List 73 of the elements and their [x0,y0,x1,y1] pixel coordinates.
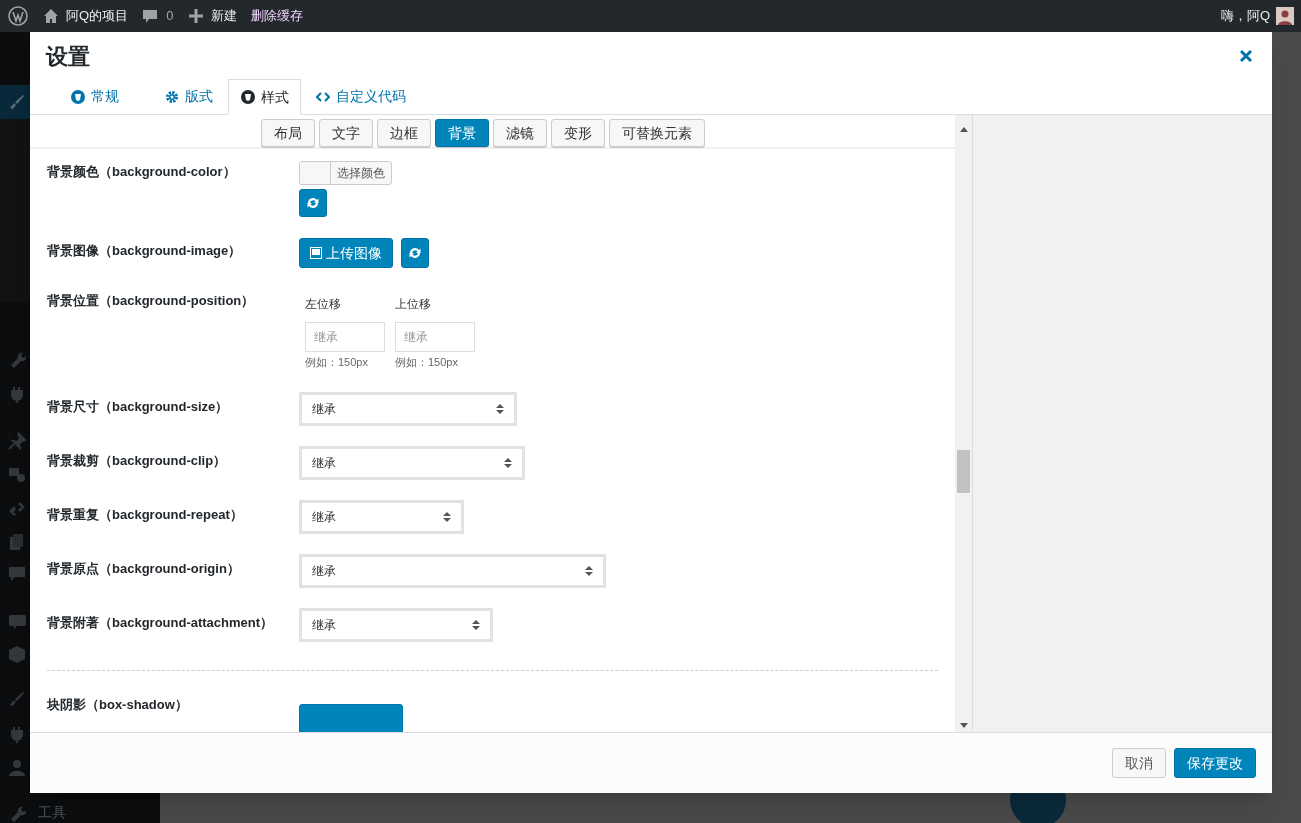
tab[interactable]: 常规 [40,79,150,114]
input-field[interactable]: 继承 [395,322,475,352]
brush-icon[interactable] [8,690,26,708]
select-field[interactable]: 继承 [299,608,493,642]
field-label: 块阴影（box-shadow） [47,696,189,714]
select-field[interactable]: 继承 [299,446,525,480]
tab[interactable]: 版式 [150,79,228,114]
plus-icon[interactable] [189,9,204,23]
select-field[interactable]: 继承 [299,500,464,534]
sort-arrows-icon [585,566,593,576]
site-name-link[interactable]: 阿Q的项目 [66,6,129,26]
field-label: 背景尺寸（background-size） [47,398,230,416]
plug-icon[interactable] [8,385,26,403]
refresh-button[interactable] [401,238,429,268]
media-icon[interactable] [8,465,26,483]
subtab[interactable]: 变形 [550,119,605,147]
pin-icon[interactable] [8,432,26,450]
input-label: 上位移 [395,296,432,313]
subtab[interactable]: 背景 [434,119,489,147]
sort-arrows-icon [496,404,504,414]
avatar-icon[interactable] [1276,7,1294,25]
upload-image-button[interactable]: 上传图像 [299,238,393,268]
field-label: 背景原点（background-origin） [47,560,241,578]
subtab[interactable]: 滤镜 [492,119,547,147]
plug-icon[interactable] [8,725,26,743]
add-shadow-button[interactable] [299,704,403,732]
badge-icon [71,89,85,104]
field-label: 背景位置（background-position） [47,292,256,310]
tab[interactable]: 自定义代码 [301,79,421,114]
brush-icon[interactable] [8,92,26,111]
wordpress-logo-icon[interactable] [8,6,28,26]
input-hint: 例如：150px [305,355,369,370]
image-icon [310,247,322,259]
select-field[interactable]: 继承 [299,392,517,426]
purge-cache-link[interactable]: 删除缓存 [251,6,304,26]
pages-icon[interactable] [8,533,26,551]
new-link[interactable]: 新建 [211,6,238,26]
sort-arrows-icon [443,512,451,522]
cancel-button[interactable]: 取消 [1112,748,1166,778]
tab[interactable]: 样式 [228,79,301,115]
sort-arrows-icon [472,620,480,630]
greeting-link[interactable]: 嗨，阿Q [1220,6,1270,26]
input-field[interactable]: 继承 [305,322,385,352]
home-icon[interactable] [43,8,59,24]
speech-bubble-icon[interactable] [8,612,26,630]
comment-count[interactable]: 0 [166,6,174,26]
select-field[interactable]: 继承 [299,554,606,588]
refresh-button[interactable] [299,189,327,217]
subtab[interactable]: 文字 [318,119,373,147]
close-icon[interactable] [1239,49,1253,63]
field-label: 背景重复（background-repeat） [47,506,244,524]
cube-icon[interactable] [8,645,26,663]
code-icon [316,89,330,104]
badge-icon [240,90,255,104]
comment-icon[interactable] [142,8,159,24]
input-label: 左位移 [305,296,342,313]
field-label: 背景颜色（background-color） [47,163,237,181]
sort-arrows-icon [504,458,512,468]
scroll-down-icon[interactable] [959,723,968,728]
save-button[interactable]: 保存更改 [1174,748,1256,778]
color-picker-button[interactable]: 选择颜色 [299,161,392,185]
scroll-up-icon[interactable] [959,127,968,132]
input-hint: 例如：150px [395,355,459,370]
subtab[interactable]: 边框 [376,119,431,147]
field-label: 背景图像（background-image） [47,242,243,260]
user-icon[interactable] [8,758,26,776]
field-label: 背景附著（background-attachment） [47,614,275,632]
subtab[interactable]: 可替换元素 [608,119,705,147]
subtab[interactable]: 布局 [260,119,315,147]
scrollbar-thumb[interactable] [957,450,970,493]
dialog-title: 设置 [46,42,90,71]
gear-icon [165,89,179,104]
field-label: 背景裁剪（background-clip） [47,452,228,470]
